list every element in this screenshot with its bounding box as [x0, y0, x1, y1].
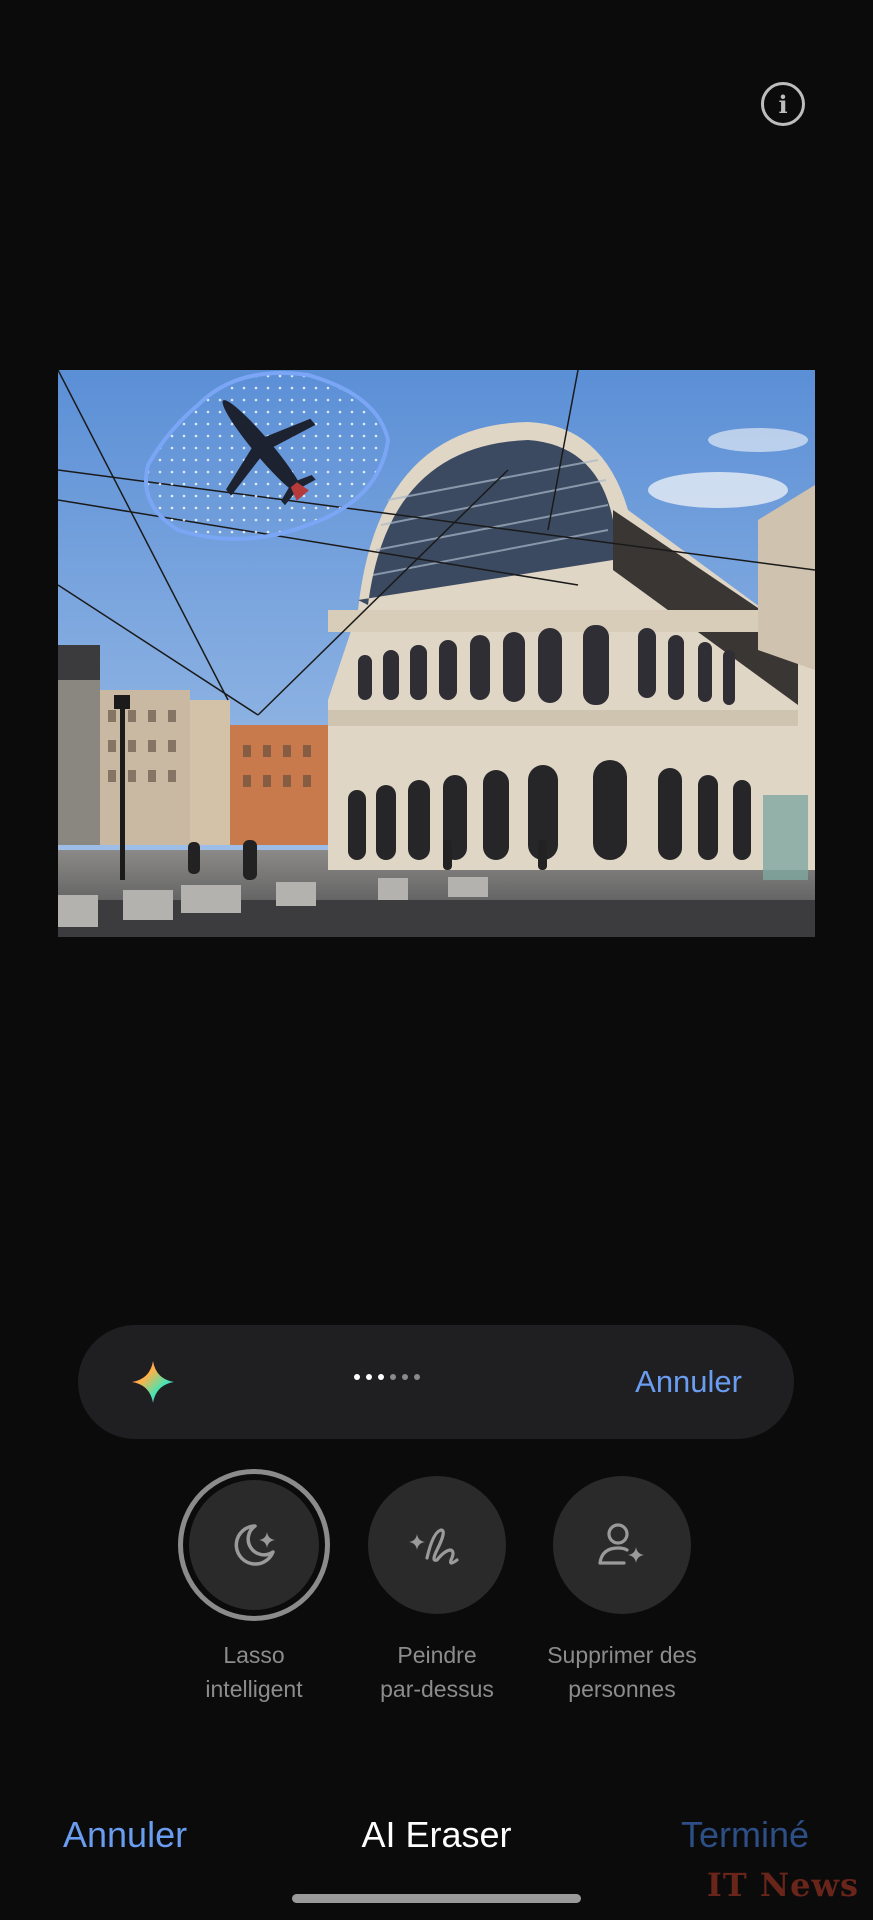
cancel-processing-button[interactable]: Annuler	[635, 1359, 742, 1405]
smart-lasso-icon	[234, 1524, 275, 1566]
photo-preview[interactable]	[58, 370, 815, 937]
tool-label: Peindre par-dessus	[380, 1642, 494, 1702]
tool-label: Supprimer des personnes	[547, 1642, 697, 1702]
done-button[interactable]: Terminé	[681, 1814, 809, 1856]
smart-lasso-button[interactable]	[178, 1469, 330, 1621]
paint-over-icon	[409, 1528, 459, 1565]
info-button[interactable]: i	[761, 82, 805, 126]
cancel-button[interactable]: Annuler	[63, 1814, 187, 1856]
tool-remove-people[interactable]: Supprimer des personnes	[532, 1476, 712, 1706]
watermark-logo: IT News	[706, 1866, 859, 1904]
photo-image	[58, 370, 815, 937]
remove-people-button[interactable]	[553, 1476, 691, 1614]
sparkle-icon	[132, 1361, 174, 1403]
tool-label: Lasso intelligent	[205, 1642, 303, 1702]
info-icon: i	[778, 89, 788, 119]
bottom-action-bar: AI Eraser Annuler Terminé	[0, 1814, 873, 1864]
tool-smart-lasso[interactable]: Lasso intelligent	[164, 1469, 344, 1706]
remove-people-icon	[598, 1523, 644, 1565]
tool-selector: Lasso intelligent Peindre par-dessus Sup…	[0, 1469, 873, 1716]
paint-over-button[interactable]	[368, 1476, 506, 1614]
processing-bar: Annuler	[78, 1325, 794, 1439]
home-indicator[interactable]	[292, 1894, 581, 1903]
tool-paint-over[interactable]: Peindre par-dessus	[347, 1476, 527, 1706]
progress-dots	[354, 1374, 420, 1380]
